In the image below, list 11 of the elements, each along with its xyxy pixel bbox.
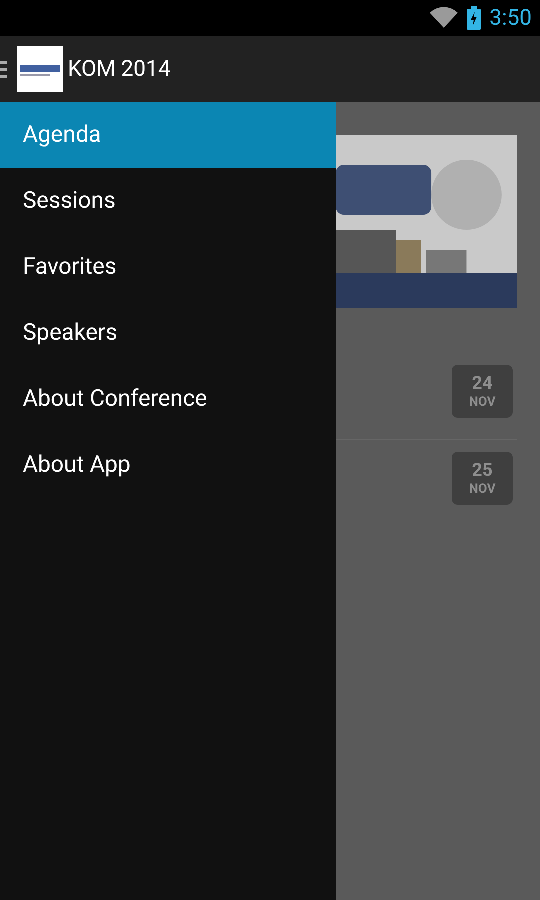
month-label: NOV	[469, 482, 496, 496]
month-label: NOV	[469, 396, 496, 408]
day-number: 25	[472, 462, 493, 480]
menu-icon[interactable]	[0, 59, 7, 79]
battery-icon	[466, 6, 482, 30]
drawer-item[interactable]: Agenda	[0, 102, 336, 168]
clock: 3:50	[490, 4, 532, 32]
app-title: KOM 2014	[68, 56, 171, 84]
wifi-icon	[430, 7, 458, 29]
day-number: 24	[472, 374, 493, 392]
logo-icon	[17, 46, 63, 92]
